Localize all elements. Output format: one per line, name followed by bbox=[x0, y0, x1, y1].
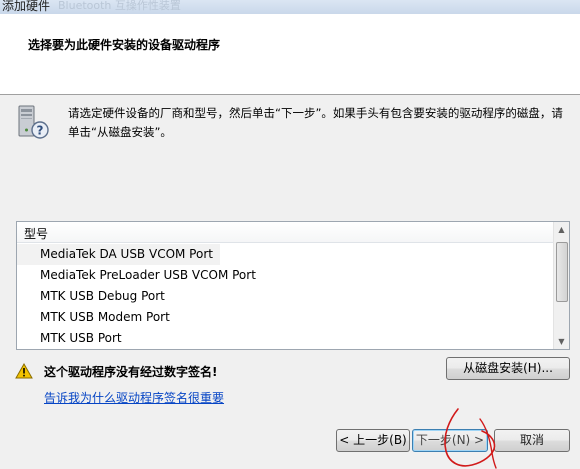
scroll-down-icon[interactable]: ▼ bbox=[554, 334, 569, 349]
list-item[interactable]: MTK USB Port bbox=[17, 328, 553, 349]
have-disk-label: 从磁盘安装(H)... bbox=[463, 361, 553, 375]
computer-tower-help-icon: ? bbox=[18, 105, 49, 139]
back-button[interactable]: < 上一步(B) bbox=[336, 429, 410, 452]
column-header-label: 型号 bbox=[24, 227, 49, 241]
wizard-header: 选择要为此硬件安装的设备驱动程序 bbox=[0, 14, 580, 95]
warning-triangle-icon bbox=[15, 363, 33, 379]
title-bar: 添加硬件 Bluetooth 互操作性装置 bbox=[0, 0, 580, 14]
cancel-label: 取消 bbox=[519, 433, 544, 447]
list-item[interactable]: MediaTek DA USB VCOM Port bbox=[17, 244, 220, 265]
svg-text:?: ? bbox=[37, 124, 44, 138]
list-item[interactable]: MTK USB Modem Port bbox=[17, 307, 553, 328]
list-item[interactable]: MTK USB Debug Port bbox=[17, 286, 553, 307]
list-scrollbar[interactable]: ▲ ▼ bbox=[553, 222, 569, 349]
instruction-text: 请选定硬件设备的厂商和型号，然后单击“下一步”。如果手头有包含要安装的驱动程序的… bbox=[68, 106, 563, 139]
window-title: 添加硬件 bbox=[2, 0, 51, 13]
scroll-up-icon[interactable]: ▲ bbox=[554, 222, 569, 237]
background-window-title: Bluetooth 互操作性装置 bbox=[58, 0, 181, 12]
cancel-button[interactable]: 取消 bbox=[494, 429, 570, 452]
back-label: < 上一步(B) bbox=[339, 433, 407, 447]
have-disk-button[interactable]: 从磁盘安装(H)... bbox=[446, 357, 570, 380]
device-model-list[interactable]: 型号 MediaTek DA USB VCOM Port MediaTek Pr… bbox=[16, 221, 570, 350]
list-items: MediaTek DA USB VCOM Port MediaTek PreLo… bbox=[17, 244, 553, 349]
unsigned-driver-warning: 这个驱动程序没有经过数字签名! bbox=[44, 365, 218, 379]
list-item[interactable]: MediaTek PreLoader USB VCOM Port bbox=[17, 265, 553, 286]
scroll-thumb[interactable] bbox=[556, 242, 568, 302]
list-column-header[interactable]: 型号 bbox=[17, 222, 553, 243]
page-title: 选择要为此硬件安装的设备驱动程序 bbox=[28, 38, 221, 52]
driver-signing-help-link[interactable]: 告诉我为什么驱动程序签名很重要 bbox=[44, 389, 224, 406]
next-label: 下一步(N) > bbox=[415, 433, 485, 447]
next-button[interactable]: 下一步(N) > bbox=[412, 429, 488, 452]
